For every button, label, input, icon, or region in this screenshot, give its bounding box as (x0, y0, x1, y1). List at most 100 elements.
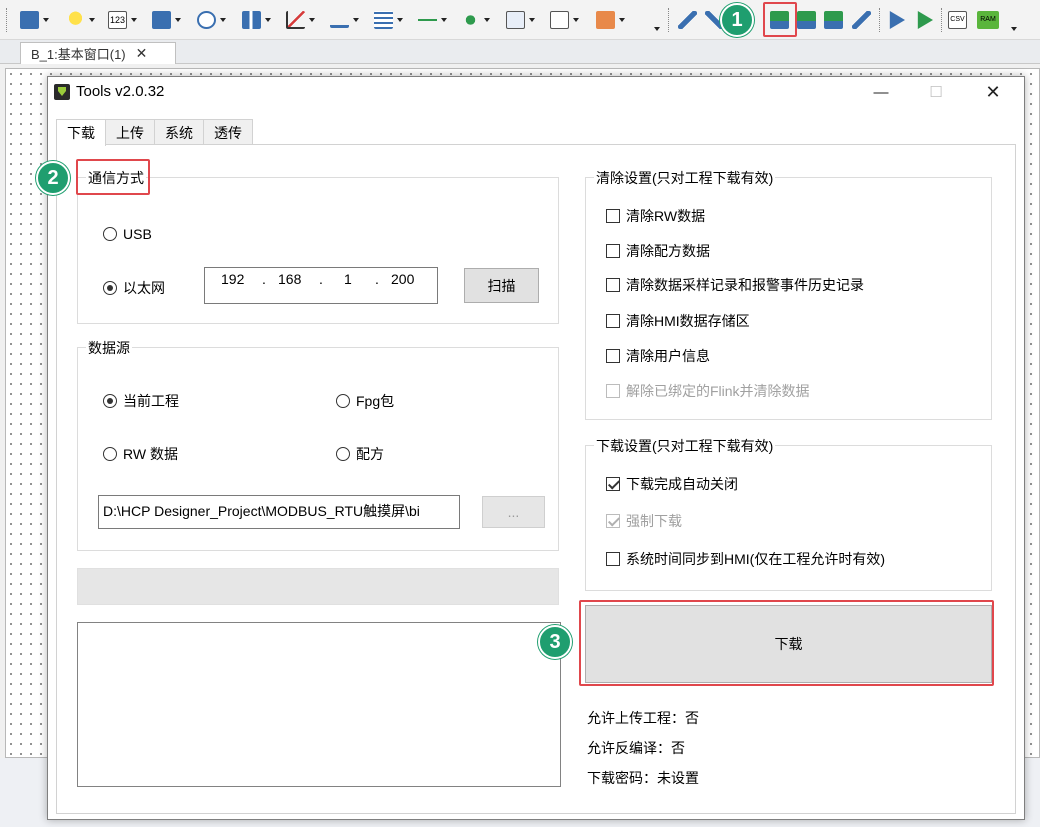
auto-close-checkbox[interactable]: 下载完成自动关闭 (606, 474, 738, 494)
run-online-button[interactable] (886, 9, 905, 31)
toolbar-overflow[interactable] (650, 18, 660, 40)
rw-data-label: RW 数据 (123, 446, 178, 462)
toolbar-overflow-right[interactable] (1007, 18, 1017, 40)
ip-octet-2[interactable]: 168 (278, 271, 301, 287)
chevron-down-icon (220, 18, 226, 22)
force-download-checkbox[interactable]: 强制下载 (606, 511, 682, 531)
scale-tool[interactable] (330, 9, 359, 31)
image-tool[interactable] (596, 9, 625, 31)
notes-tool[interactable] (550, 9, 579, 31)
minimize-button[interactable]: — (858, 77, 904, 107)
light-tool[interactable] (66, 9, 95, 31)
usb-radio[interactable]: USB (103, 226, 152, 242)
browse-button[interactable]: ... (482, 496, 545, 528)
log-output[interactable] (77, 622, 561, 787)
download-settings-label: 下载设置(只对工程下载有效) (594, 436, 776, 456)
fpg-radio[interactable]: Fpg包 (336, 391, 394, 411)
clear-rw-checkbox[interactable]: 清除RW数据 (606, 206, 705, 226)
notes-icon (550, 11, 569, 29)
bit-lamp-tool[interactable] (20, 9, 49, 31)
chevron-down-icon (265, 18, 271, 22)
bar-graph-icon (242, 11, 261, 29)
table-tool[interactable] (374, 9, 403, 31)
allow-upload-info: 允许上传工程：否 (587, 710, 699, 726)
upload-icon (824, 11, 843, 29)
chevron-down-icon (131, 18, 137, 22)
chevron-down-icon (397, 18, 403, 22)
checkbox-label: 系统时间同步到HMI(仅在工程允许时有效) (626, 551, 885, 567)
ram-button[interactable]: RAM (977, 9, 999, 31)
dialog-title: Tools v2.0.32 (76, 83, 165, 100)
download-tab-panel: 通信方式 USB 以太网 192 . 168 . 1 . 200 扫描 数据源 (56, 144, 1016, 814)
chevron-down-icon (43, 18, 49, 22)
csv-button[interactable]: CSV (948, 9, 967, 31)
close-icon[interactable]: ✕ (136, 45, 148, 62)
current-project-radio[interactable]: 当前工程 (103, 391, 179, 411)
ip-octet-3[interactable]: 1 (344, 271, 352, 287)
toolbar-grip (6, 8, 7, 32)
step-badge-1: 1 (720, 3, 754, 37)
checkbox-box (606, 278, 620, 292)
chevron-down-icon (175, 18, 181, 22)
maximize-button[interactable]: ☐ (913, 77, 959, 107)
run-offline-button[interactable] (914, 9, 933, 31)
download-alt-button[interactable] (797, 9, 816, 31)
checkbox-box (606, 244, 620, 258)
app-icon (54, 84, 70, 100)
clear-user-info-checkbox[interactable]: 清除用户信息 (606, 346, 710, 366)
ethernet-radio-label: 以太网 (123, 280, 165, 296)
ip-address-input[interactable]: 192 . 168 . 1 . 200 (204, 267, 438, 304)
ethernet-radio[interactable]: 以太网 (103, 278, 165, 298)
document-tab[interactable]: B_1:基本窗口(1) ✕ (20, 42, 176, 64)
number-tool[interactable]: 123 (108, 9, 137, 31)
checkbox-label: 清除用户信息 (626, 348, 710, 364)
clear-sampling-checkbox[interactable]: 清除数据采样记录和报警事件历史记录 (606, 275, 864, 295)
highlight-comm-label (76, 159, 150, 195)
tab-download[interactable]: 下载 (56, 119, 106, 146)
sync-time-checkbox[interactable]: 系统时间同步到HMI(仅在工程允许时有效) (606, 549, 885, 569)
recipe-radio[interactable]: 配方 (336, 444, 384, 464)
checkbox-label: 下载完成自动关闭 (626, 476, 738, 492)
rw-data-radio[interactable]: RW 数据 (103, 444, 178, 464)
text-display-tool[interactable] (506, 9, 535, 31)
move-tool[interactable] (461, 9, 490, 31)
ip-octet-1[interactable]: 192 (221, 271, 244, 287)
chevron-down-icon (89, 18, 95, 22)
highlight-download-toolbar (763, 2, 797, 37)
bit-switch-tool[interactable] (152, 9, 181, 31)
unbind-flink-checkbox[interactable]: 解除已绑定的Flink并清除数据 (606, 381, 810, 401)
ip-octet-4[interactable]: 200 (391, 271, 414, 287)
ip-dot: . (262, 271, 266, 287)
chevron-down-icon (654, 27, 660, 31)
trend-tool[interactable] (286, 9, 315, 31)
bar-graph-tool[interactable] (242, 9, 271, 31)
close-button[interactable]: ✕ (970, 77, 1016, 107)
usb-radio-label: USB (123, 226, 152, 242)
data-source-group: 数据源 当前工程 Fpg包 RW 数据 配方 D:\HCP Designer_P… (77, 338, 559, 551)
scan-button[interactable]: 扫描 (464, 268, 539, 303)
progress-bar (77, 568, 559, 605)
tab-upload[interactable]: 上传 (105, 119, 155, 145)
source-path-input[interactable]: D:\HCP Designer_Project\MODBUS_RTU触摸屏\bi (98, 495, 460, 529)
comm-group: 通信方式 USB 以太网 192 . 168 . 1 . 200 扫描 (77, 168, 559, 324)
transfer-button[interactable] (852, 9, 871, 31)
slider-tool[interactable] (418, 9, 447, 31)
bit-switch-icon (152, 11, 171, 29)
clear-recipe-checkbox[interactable]: 清除配方数据 (606, 241, 710, 261)
dialog-titlebar[interactable]: Tools v2.0.32 — ☐ ✕ (48, 77, 1024, 107)
clear-hmi-storage-checkbox[interactable]: 清除HMI数据存储区 (606, 311, 750, 331)
clock-tool[interactable] (197, 9, 226, 31)
tab-passthrough[interactable]: 透传 (203, 119, 253, 145)
chevron-down-icon (484, 18, 490, 22)
download-alt-icon (797, 11, 816, 29)
data-source-group-label: 数据源 (86, 338, 132, 358)
number-display-icon: 123 (108, 11, 127, 29)
download-settings-group: 下载设置(只对工程下载有效) 下载完成自动关闭 强制下载 系统时间同步到HMI(… (585, 436, 992, 591)
document-tab-label: B_1:基本窗口(1) (31, 47, 126, 62)
tab-system[interactable]: 系统 (154, 119, 204, 145)
chevron-down-icon (619, 18, 625, 22)
text-display-icon (506, 11, 525, 29)
compile-button[interactable] (678, 9, 697, 31)
move-icon (461, 11, 480, 29)
upload-button[interactable] (824, 9, 843, 31)
